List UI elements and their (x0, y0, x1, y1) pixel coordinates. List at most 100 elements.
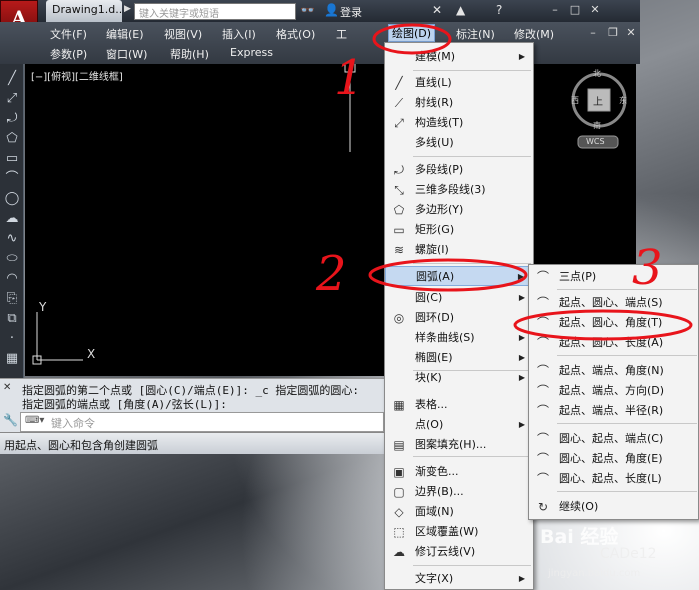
line-tool-icon[interactable]: ╱ (3, 70, 21, 88)
arc-center-start-angle[interactable]: ⌒ 圆心、起点、角度(E) (529, 449, 698, 469)
circle-tool-icon[interactable]: ◯ (3, 190, 21, 208)
maximize-icon[interactable]: □ (566, 3, 584, 18)
arc-start-center-length[interactable]: ⌒ 起点、圆心、长度(A) (529, 333, 698, 353)
wipeout-icon: ⬚ (393, 525, 405, 539)
insert-block-tool-icon[interactable]: ⎘ (3, 290, 21, 308)
close-icon[interactable]: ✕ (586, 3, 604, 18)
menu-item-ellipse[interactable]: 椭圆(E) ▶ (385, 348, 533, 368)
menu-item-line[interactable]: ╱ 直线(L) (385, 73, 533, 93)
arc-center-start-length[interactable]: ⌒ 圆心、起点、长度(L) (529, 469, 698, 489)
menu-item-boundary[interactable]: ▢ 边界(B)... (385, 482, 533, 502)
exchange-icon[interactable]: ✕ (432, 3, 442, 19)
help-resource-icon[interactable]: ▲ (456, 3, 465, 19)
wcs-menu[interactable]: WCS (586, 137, 605, 146)
boundary-icon: ▢ (393, 485, 405, 499)
menu-item-spline[interactable]: 样条曲线(S) ▶ (385, 328, 533, 348)
doc-minimize-icon[interactable]: – (584, 26, 602, 41)
menu-item-text[interactable]: 文字(X) ▶ (385, 569, 533, 589)
menu-file[interactable]: 文件(F) (50, 26, 87, 42)
menu-item-ray[interactable]: ⟋ 射线(R) (385, 93, 533, 113)
menu-item-gradient[interactable]: ▣ 渐变色... (385, 462, 533, 482)
ellipse-arc-tool-icon[interactable]: ◠ (3, 270, 21, 288)
command-close-icon[interactable]: ✕ (3, 382, 11, 393)
annotation-step-1: 1 (334, 50, 365, 106)
spline-tool-icon[interactable]: ∿ (3, 230, 21, 248)
menu-item-helix[interactable]: ≋ 螺旋(I) (385, 240, 533, 260)
menu-draw[interactable]: 绘图(D) (388, 24, 436, 42)
3dpoly-icon: ⤡ (394, 183, 404, 197)
user-icon[interactable]: 👤 (324, 3, 339, 19)
submenu-arrow-icon: ▶ (518, 333, 525, 342)
polygon-tool-icon[interactable]: ⬠ (3, 130, 21, 148)
menu-window[interactable]: 窗口(W) (106, 46, 147, 62)
arc-csa-icon: ⌒ (536, 452, 549, 466)
binoculars-icon[interactable]: 👓 (300, 3, 315, 19)
menu-item-modeling[interactable]: 建模(M) ▶ (385, 47, 533, 67)
menu-view[interactable]: 视图(V) (164, 26, 202, 42)
arc-tool-icon[interactable]: ⌒ (3, 170, 21, 188)
separator (557, 423, 697, 424)
arc-start-center-angle[interactable]: ⌒ 起点、圆心、角度(T) (529, 313, 698, 333)
menu-item-3dpoly[interactable]: ⤡ 三维多段线(3) (385, 180, 533, 200)
doc-close-icon[interactable]: ✕ (622, 26, 640, 41)
menu-item-block[interactable]: 块(K) ▶ (385, 368, 533, 388)
menu-modify[interactable]: 修改(M) (514, 26, 554, 42)
menu-item-donut[interactable]: ◎ 圆环(D) (385, 308, 533, 328)
separator (413, 70, 531, 71)
search-input[interactable]: 键入关键字或短语 (134, 3, 296, 20)
arc-start-end-radius[interactable]: ⌒ 起点、端点、半径(R) (529, 401, 698, 421)
menu-item-pline[interactable]: ⤾ 多段线(P) (385, 160, 533, 180)
hatch-tool-icon[interactable]: ▦ (3, 350, 21, 368)
ellipse-tool-icon[interactable]: ⬭ (3, 250, 21, 268)
menu-tools[interactable]: 工 (336, 26, 347, 42)
menu-item-wipeout[interactable]: ⬚ 区域覆盖(W) (385, 522, 533, 542)
arc-center-start-end[interactable]: ⌒ 圆心、起点、端点(C) (529, 429, 698, 449)
revcloud-tool-icon[interactable]: ☁ (3, 210, 21, 228)
separator (557, 491, 697, 492)
arc-start-end-direction[interactable]: ⌒ 起点、端点、方向(D) (529, 381, 698, 401)
menu-item-hatch[interactable]: ▤ 图案填充(H)... (385, 435, 533, 455)
arc-continue[interactable]: ↻ 继续(O) (529, 497, 698, 517)
menu-item-revcloud[interactable]: ☁ 修订云线(V) (385, 542, 533, 562)
arc-start-center-end[interactable]: ⌒ 起点、圆心、端点(S) (529, 293, 698, 313)
menu-item-table[interactable]: ▦ 表格... (385, 395, 533, 415)
menu-parametric[interactable]: 参数(P) (50, 46, 87, 62)
menu-item-region[interactable]: ◇ 面域(N) (385, 502, 533, 522)
menu-item-polygon[interactable]: ⬠ 多边形(Y) (385, 200, 533, 220)
menu-item-point[interactable]: 点(O) ▶ (385, 415, 533, 435)
viewcube-top-face[interactable]: 上 (593, 93, 603, 108)
menu-express[interactable]: Express (230, 46, 273, 59)
command-prompt-icon[interactable]: ⌨▾ (25, 415, 44, 426)
minimize-icon[interactable]: – (546, 3, 564, 18)
command-settings-icon[interactable]: 🔧 (3, 413, 18, 427)
arc-three-points[interactable]: ⌒ 三点(P) (529, 267, 698, 287)
arc-start-end-angle[interactable]: ⌒ 起点、端点、角度(N) (529, 361, 698, 381)
point-tool-icon[interactable]: · (3, 330, 21, 348)
menu-format[interactable]: 格式(O) (276, 26, 315, 42)
command-input[interactable]: ⌨▾ 键入命令 (20, 412, 384, 432)
menu-item-mline[interactable]: 多线(U) (385, 133, 533, 153)
menu-item-circle[interactable]: 圆(C) ▶ (385, 288, 533, 308)
menu-dimension[interactable]: 标注(N) (456, 26, 495, 42)
viewcube-west[interactable]: 西 (571, 95, 579, 106)
menu-item-xline[interactable]: ⤢ 构造线(T) (385, 113, 533, 133)
viewcube-north[interactable]: 北 (593, 68, 601, 79)
watermark-account: CADe12 (600, 546, 657, 562)
viewcube-east[interactable]: 东 (619, 95, 627, 106)
menu-item-rectangle[interactable]: ▭ 矩形(G) (385, 220, 533, 240)
pline-tool-icon[interactable]: ⤾ (3, 110, 21, 128)
help-icon[interactable]: ? (496, 3, 502, 19)
menu-insert[interactable]: 插入(I) (222, 26, 256, 42)
make-block-tool-icon[interactable]: ⧉ (3, 310, 21, 328)
doc-restore-icon[interactable]: ❐ (604, 26, 622, 41)
rectangle-tool-icon[interactable]: ▭ (3, 150, 21, 168)
viewcube-south[interactable]: 南 (593, 120, 601, 131)
xline-tool-icon[interactable]: ⤢ (3, 90, 21, 108)
login-link[interactable]: 登录 (340, 4, 362, 20)
menu-item-arc[interactable]: 圆弧(A) ▶ (385, 266, 533, 286)
document-tab[interactable]: Drawing1.d... (46, 0, 122, 22)
menu-edit[interactable]: 编辑(E) (106, 26, 144, 42)
mline-icon (391, 135, 407, 151)
menu-help[interactable]: 帮助(H) (170, 46, 209, 62)
tab-arrow-icon[interactable]: ▶ (124, 4, 131, 14)
